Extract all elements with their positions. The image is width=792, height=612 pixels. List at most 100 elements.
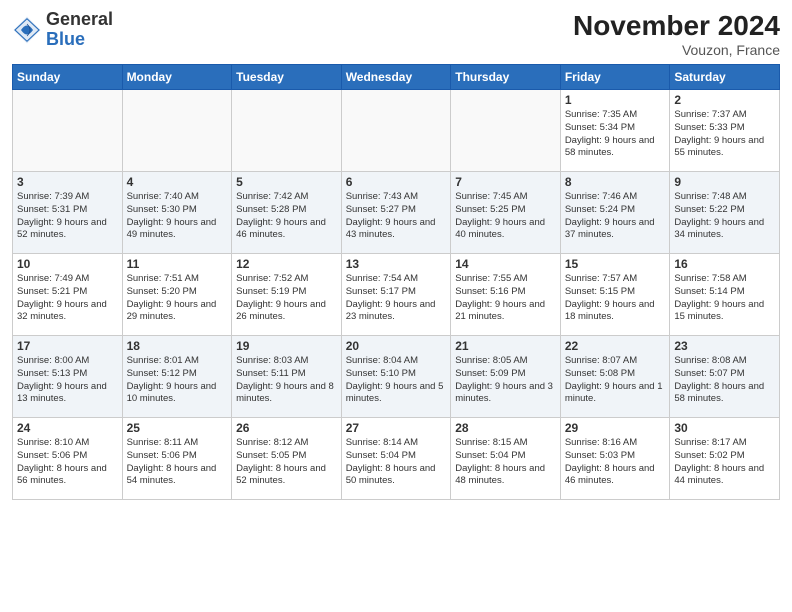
day-number: 18: [127, 339, 228, 353]
day-number: 24: [17, 421, 118, 435]
calendar-day: [232, 90, 342, 172]
calendar-day: 16Sunrise: 7:58 AM Sunset: 5:14 PM Dayli…: [670, 254, 780, 336]
day-number: 30: [674, 421, 775, 435]
page-header: General Blue November 2024 Vouzon, Franc…: [12, 10, 780, 58]
calendar-day: 4 Sunrise: 7:40 AM Sunset: 5:30 PM Daylig…: [122, 172, 232, 254]
calendar-day: 18 Sunrise: 8:01 AM Sunset: 5:12 PM Dayli…: [122, 336, 232, 418]
calendar-day: 20 Sunrise: 8:04 AM Sunset: 5:10 PM Dayli…: [341, 336, 451, 418]
day-number: 25: [127, 421, 228, 435]
day-info: Sunrise: 8:01 AM Sunset: 5:12 PM Dayligh…: [127, 355, 228, 406]
day-info: Sunrise: 8:04 AM Sunset: 5:10 PM Dayligh…: [346, 355, 447, 406]
day-info: Sunrise: 7:39 AM Sunset: 5:31 PM Dayligh…: [17, 191, 118, 242]
header-wednesday: Wednesday: [341, 65, 451, 90]
day-info: Sunrise: 8:10 AM Sunset: 5:06 PM Dayligh…: [17, 437, 118, 488]
day-number: 3: [17, 175, 118, 189]
calendar-day: 12Sunrise: 7:52 AM Sunset: 5:19 PM Dayli…: [232, 254, 342, 336]
calendar-day: [122, 90, 232, 172]
day-info: Sunrise: 7:37 AM Sunset: 5:33 PM Dayligh…: [674, 109, 775, 160]
day-info: Sunrise: 7:54 AM Sunset: 5:17 PM Dayligh…: [346, 273, 447, 324]
calendar-day: 27Sunrise: 8:14 AM Sunset: 5:04 PM Dayli…: [341, 418, 451, 500]
logo-blue: Blue: [46, 30, 113, 50]
page-container: General Blue November 2024 Vouzon, Franc…: [0, 0, 792, 612]
calendar-day: 29 Sunrise: 8:16 AM Sunset: 5:03 PM Dayli…: [560, 418, 670, 500]
day-number: 9: [674, 175, 775, 189]
day-info: Sunrise: 7:51 AM Sunset: 5:20 PM Dayligh…: [127, 273, 228, 324]
calendar-table: Sunday Monday Tuesday Wednesday Thursday…: [12, 64, 780, 500]
calendar-day: 14 Sunrise: 7:55 AM Sunset: 5:16 PM Dayli…: [451, 254, 561, 336]
day-number: 29: [565, 421, 666, 435]
day-number: 5: [236, 175, 337, 189]
logo-general: General: [46, 10, 113, 30]
day-info: Sunrise: 7:45 AM Sunset: 5:25 PM Dayligh…: [455, 191, 556, 242]
calendar-week-2: 3 Sunrise: 7:39 AM Sunset: 5:31 PM Daylig…: [13, 172, 780, 254]
calendar-day: 8Sunrise: 7:46 AM Sunset: 5:24 PM Daylig…: [560, 172, 670, 254]
calendar-body: 1 Sunrise: 7:35 AM Sunset: 5:34 PM Daylig…: [13, 90, 780, 500]
calendar-day: 17 Sunrise: 8:00 AM Sunset: 5:13 PM Dayli…: [13, 336, 123, 418]
location: Vouzon, France: [573, 42, 780, 58]
days-header-row: Sunday Monday Tuesday Wednesday Thursday…: [13, 65, 780, 90]
calendar-day: 11Sunrise: 7:51 AM Sunset: 5:20 PM Dayli…: [122, 254, 232, 336]
day-info: Sunrise: 7:40 AM Sunset: 5:30 PM Dayligh…: [127, 191, 228, 242]
calendar-day: 3 Sunrise: 7:39 AM Sunset: 5:31 PM Daylig…: [13, 172, 123, 254]
day-number: 4: [127, 175, 228, 189]
day-number: 7: [455, 175, 556, 189]
day-number: 23: [674, 339, 775, 353]
calendar-day: 23 Sunrise: 8:08 AM Sunset: 5:07 PM Dayli…: [670, 336, 780, 418]
calendar-week-4: 17 Sunrise: 8:00 AM Sunset: 5:13 PM Dayli…: [13, 336, 780, 418]
calendar-day: [13, 90, 123, 172]
day-number: 14: [455, 257, 556, 271]
header-thursday: Thursday: [451, 65, 561, 90]
day-info: Sunrise: 8:08 AM Sunset: 5:07 PM Dayligh…: [674, 355, 775, 406]
calendar-day: 13 Sunrise: 7:54 AM Sunset: 5:17 PM Dayli…: [341, 254, 451, 336]
calendar-day: 7 Sunrise: 7:45 AM Sunset: 5:25 PM Daylig…: [451, 172, 561, 254]
day-info: Sunrise: 7:57 AM Sunset: 5:15 PM Dayligh…: [565, 273, 666, 324]
calendar-day: [451, 90, 561, 172]
day-info: Sunrise: 8:14 AM Sunset: 5:04 PM Dayligh…: [346, 437, 447, 488]
header-monday: Monday: [122, 65, 232, 90]
day-info: Sunrise: 7:55 AM Sunset: 5:16 PM Dayligh…: [455, 273, 556, 324]
title-block: November 2024 Vouzon, France: [573, 10, 780, 58]
logo: General Blue: [12, 10, 113, 50]
day-info: Sunrise: 8:03 AM Sunset: 5:11 PM Dayligh…: [236, 355, 337, 406]
header-tuesday: Tuesday: [232, 65, 342, 90]
day-number: 20: [346, 339, 447, 353]
day-info: Sunrise: 7:48 AM Sunset: 5:22 PM Dayligh…: [674, 191, 775, 242]
calendar-day: 15 Sunrise: 7:57 AM Sunset: 5:15 PM Dayli…: [560, 254, 670, 336]
day-info: Sunrise: 8:00 AM Sunset: 5:13 PM Dayligh…: [17, 355, 118, 406]
day-info: Sunrise: 7:35 AM Sunset: 5:34 PM Dayligh…: [565, 109, 666, 160]
calendar-day: 22Sunrise: 8:07 AM Sunset: 5:08 PM Dayli…: [560, 336, 670, 418]
day-number: 15: [565, 257, 666, 271]
calendar-day: 6 Sunrise: 7:43 AM Sunset: 5:27 PM Daylig…: [341, 172, 451, 254]
calendar-day: 1 Sunrise: 7:35 AM Sunset: 5:34 PM Daylig…: [560, 90, 670, 172]
day-info: Sunrise: 8:07 AM Sunset: 5:08 PM Dayligh…: [565, 355, 666, 406]
day-number: 10: [17, 257, 118, 271]
day-info: Sunrise: 8:17 AM Sunset: 5:02 PM Dayligh…: [674, 437, 775, 488]
calendar-day: 30 Sunrise: 8:17 AM Sunset: 5:02 PM Dayli…: [670, 418, 780, 500]
day-info: Sunrise: 8:11 AM Sunset: 5:06 PM Dayligh…: [127, 437, 228, 488]
calendar-day: [341, 90, 451, 172]
calendar-week-5: 24 Sunrise: 8:10 AM Sunset: 5:06 PM Dayli…: [13, 418, 780, 500]
day-number: 2: [674, 93, 775, 107]
header-friday: Friday: [560, 65, 670, 90]
day-info: Sunrise: 8:16 AM Sunset: 5:03 PM Dayligh…: [565, 437, 666, 488]
calendar-day: 28Sunrise: 8:15 AM Sunset: 5:04 PM Dayli…: [451, 418, 561, 500]
day-info: Sunrise: 8:12 AM Sunset: 5:05 PM Dayligh…: [236, 437, 337, 488]
day-number: 16: [674, 257, 775, 271]
calendar-day: 19Sunrise: 8:03 AM Sunset: 5:11 PM Dayli…: [232, 336, 342, 418]
header-sunday: Sunday: [13, 65, 123, 90]
day-number: 13: [346, 257, 447, 271]
calendar-day: 5Sunrise: 7:42 AM Sunset: 5:28 PM Daylig…: [232, 172, 342, 254]
day-info: Sunrise: 8:05 AM Sunset: 5:09 PM Dayligh…: [455, 355, 556, 406]
day-number: 17: [17, 339, 118, 353]
calendar-day: 26Sunrise: 8:12 AM Sunset: 5:05 PM Dayli…: [232, 418, 342, 500]
day-info: Sunrise: 7:43 AM Sunset: 5:27 PM Dayligh…: [346, 191, 447, 242]
day-number: 28: [455, 421, 556, 435]
day-number: 6: [346, 175, 447, 189]
day-number: 8: [565, 175, 666, 189]
logo-icon: [12, 15, 42, 45]
month-year: November 2024: [573, 10, 780, 42]
day-number: 1: [565, 93, 666, 107]
day-number: 21: [455, 339, 556, 353]
day-number: 12: [236, 257, 337, 271]
day-info: Sunrise: 7:49 AM Sunset: 5:21 PM Dayligh…: [17, 273, 118, 324]
